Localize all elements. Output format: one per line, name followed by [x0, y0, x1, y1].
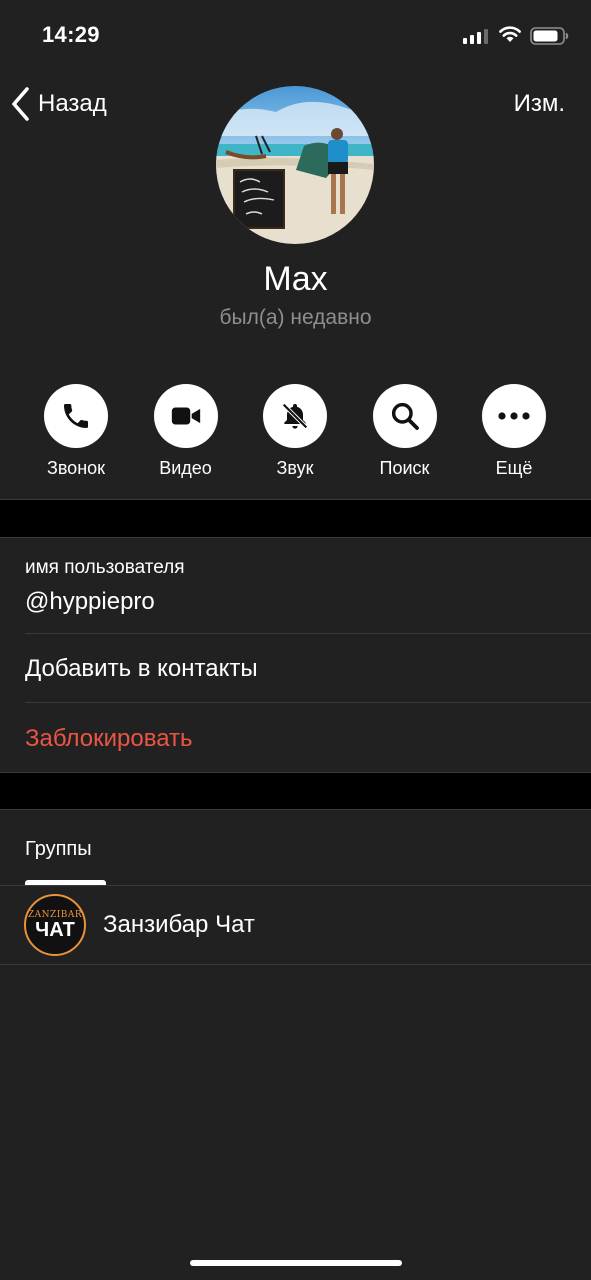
back-label: Назад	[38, 90, 107, 117]
profile-avatar[interactable]	[216, 86, 374, 244]
group-avatar[interactable]: ZANZIBAR ЧАТ	[24, 894, 86, 956]
back-button[interactable]: Назад	[10, 86, 107, 122]
divider	[0, 809, 591, 810]
chevron-left-icon	[12, 87, 29, 121]
search-label: Поиск	[379, 458, 430, 478]
more-button[interactable]: Ещё	[460, 384, 568, 479]
video-button[interactable]: Видео	[132, 384, 240, 479]
status-time: 14:29	[42, 22, 100, 47]
bell-muted-icon	[282, 403, 308, 429]
edit-button[interactable]: Изм.	[514, 90, 565, 118]
add-to-contacts-button[interactable]: Добавить в контакты	[25, 655, 258, 683]
video-label: Видео	[159, 458, 212, 478]
mute-label: Звук	[276, 458, 314, 478]
avatar-photo	[216, 86, 374, 244]
more-icon	[498, 412, 530, 420]
profile-name: Max	[263, 260, 328, 298]
call-button[interactable]: Звонок	[22, 384, 130, 479]
search-icon	[391, 402, 419, 430]
group-avatar-bottom-text: ЧАТ	[35, 919, 75, 941]
groups-tab[interactable]: Группы	[25, 838, 92, 861]
username-value[interactable]: @hyppiepro	[25, 588, 155, 616]
call-label: Звонок	[46, 458, 106, 478]
section-spacer	[0, 773, 591, 809]
action-bar: Звонок Видео Звук Поиск Ещё	[22, 384, 568, 479]
video-camera-icon	[171, 407, 200, 425]
search-button[interactable]: Поиск	[351, 384, 459, 479]
cellular-signal-icon	[463, 29, 488, 44]
divider	[25, 633, 591, 634]
mute-button[interactable]: Звук	[241, 384, 349, 479]
divider	[0, 885, 591, 886]
group-item-name[interactable]: Занзибар Чат	[103, 911, 255, 939]
divider	[0, 964, 591, 965]
wifi-icon	[499, 26, 521, 42]
section-spacer	[0, 500, 591, 537]
block-user-button[interactable]: Заблокировать	[25, 725, 193, 753]
more-label: Ещё	[495, 458, 533, 478]
phone-icon	[64, 404, 88, 428]
username-caption: имя пользователя	[25, 557, 185, 578]
home-indicator[interactable]	[190, 1260, 402, 1266]
last-seen-status: был(а) недавно	[219, 306, 372, 329]
divider	[25, 702, 591, 703]
divider	[0, 537, 591, 538]
battery-icon	[530, 27, 569, 45]
